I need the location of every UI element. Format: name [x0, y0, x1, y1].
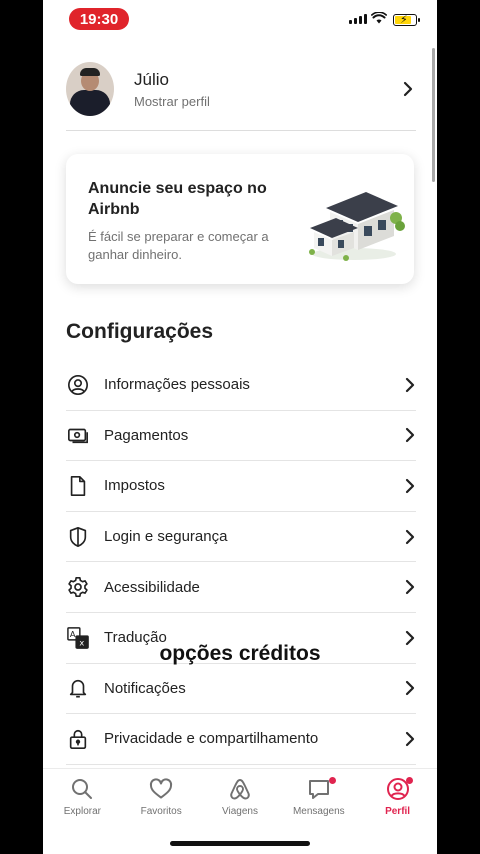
bottom-tab-bar: Explorar Favoritos Viagens Mensagens Per… — [43, 768, 437, 854]
airbnb-logo-icon — [230, 779, 250, 800]
phone-screen: 19:30 ⚡ Júlio Mostrar perfil Anuncie seu… — [43, 0, 437, 854]
house-illustration-icon — [309, 192, 405, 261]
settings-title: Configurações — [66, 320, 214, 343]
signal-icon — [349, 14, 367, 24]
home-indicator[interactable] — [170, 841, 310, 846]
bell-icon — [66, 676, 90, 700]
tab-label: Viagens — [222, 806, 258, 817]
settings-item-label: Notificações — [104, 679, 186, 697]
tab-label: Mensagens — [292, 806, 345, 817]
settings-item-label: Privacidade e compartilhamento — [104, 730, 319, 748]
settings-item-payments[interactable]: Pagamentos — [66, 411, 416, 462]
settings-item-label: Informações pessoais — [104, 376, 250, 394]
battery-icon: ⚡ — [393, 14, 420, 26]
chevron-right-icon — [405, 428, 415, 443]
settings-item-label: Pagamentos — [104, 426, 189, 444]
chevron-right-icon — [405, 580, 415, 595]
scrollbar[interactable] — [432, 48, 435, 182]
settings-item-taxes[interactable]: Impostos — [66, 461, 416, 512]
chevron-right-icon — [405, 681, 415, 696]
tab-label: Explorar — [63, 806, 102, 817]
profile-name: Júlio — [134, 69, 169, 89]
settings-item-notifications[interactable]: Notificações — [66, 664, 416, 715]
svg-text:A: A — [70, 629, 76, 639]
settings-item-privacy[interactable]: Privacidade e compartilhamento — [66, 714, 416, 765]
payments-icon — [66, 423, 90, 447]
settings-item-label: Login e segurança — [104, 528, 228, 546]
profile-row[interactable]: Júlio Mostrar perfil — [66, 60, 414, 118]
user-circle-icon — [66, 373, 90, 397]
chevron-right-icon — [405, 377, 415, 392]
host-promo-card[interactable]: Anuncie seu espaço no Airbnb É fácil se … — [66, 154, 414, 284]
settings-item-accessibility[interactable]: Acessibilidade — [66, 562, 416, 613]
tab-explore[interactable]: Explorar — [43, 769, 122, 854]
settings-item-label: Impostos — [104, 477, 165, 495]
avatar — [66, 62, 114, 116]
heart-icon — [150, 778, 173, 799]
messages-badge — [329, 777, 337, 784]
status-time: 19:30 — [69, 8, 129, 30]
tab-label: Perfil — [385, 806, 411, 817]
gear-icon — [66, 575, 90, 599]
settings-item-label: Acessibilidade — [104, 578, 200, 596]
status-bar: 19:30 ⚡ — [43, 0, 437, 38]
chevron-right-icon — [405, 529, 415, 544]
profile-badge — [406, 777, 414, 784]
search-icon — [72, 779, 93, 799]
chevron-right-icon — [405, 478, 415, 494]
settings-item-login-security[interactable]: Login e segurança — [66, 512, 416, 563]
chevron-right-icon — [405, 731, 415, 747]
document-icon — [66, 474, 90, 498]
profile-text: Júlio Mostrar perfil — [134, 70, 402, 109]
video-caption-overlay: opções créditos — [159, 642, 321, 665]
divider — [66, 130, 416, 131]
settings-item-personal-info[interactable]: Informações pessoais — [66, 360, 416, 411]
message-icon — [308, 780, 329, 799]
settings-list: Informações pessoais Pagamentos Impostos… — [66, 360, 416, 765]
tab-profile[interactable]: Perfil — [358, 769, 437, 854]
host-card-subtitle: É fácil se preparar e começar a ganhar d… — [88, 229, 269, 262]
lock-icon — [66, 727, 90, 751]
tab-label: Favoritos — [140, 806, 182, 817]
host-card-title: Anuncie seu espaço no Airbnb — [88, 180, 267, 218]
shield-icon — [66, 525, 90, 549]
chevron-right-icon — [403, 81, 413, 97]
show-profile-link[interactable]: Mostrar perfil — [134, 94, 402, 109]
wifi-icon — [371, 12, 387, 24]
